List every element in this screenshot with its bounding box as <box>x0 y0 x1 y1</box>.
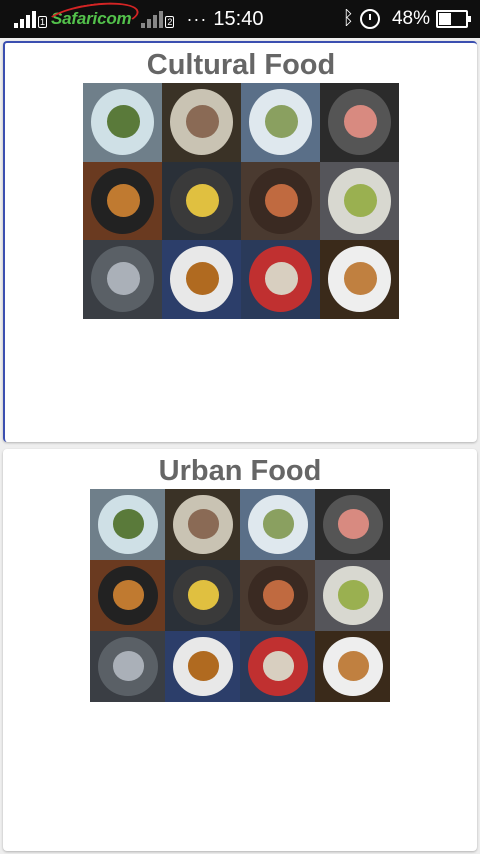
food-photo <box>83 83 162 162</box>
sim2-badge: 2 <box>165 16 175 28</box>
category-card-cultural[interactable]: Cultural Food <box>3 41 477 442</box>
food-shape <box>106 105 140 138</box>
food-photo <box>83 161 162 241</box>
food-shape <box>343 183 377 217</box>
food-photo <box>315 631 390 702</box>
food-photo <box>165 560 240 631</box>
food-shape <box>264 183 298 217</box>
food-image-grid <box>83 83 399 319</box>
food-photo <box>320 240 399 319</box>
food-photo <box>83 240 162 319</box>
food-shape <box>262 508 294 539</box>
food-shape <box>337 650 369 681</box>
signal-strength-icon <box>14 10 38 28</box>
battery-icon <box>436 10 471 28</box>
food-photo <box>165 631 240 702</box>
food-shape <box>112 508 144 539</box>
food-shape <box>343 262 377 296</box>
food-shape <box>185 105 219 138</box>
card-title: Cultural Food <box>146 49 336 81</box>
food-photo <box>165 489 240 560</box>
food-photo <box>315 560 390 631</box>
food-shape <box>106 183 140 217</box>
status-bar: 1 Safaricom 2 ··· 15:40 ᛒ 48% <box>0 0 480 38</box>
food-shape <box>106 262 140 296</box>
food-shape <box>337 508 369 539</box>
food-photo <box>90 489 165 560</box>
food-shape <box>185 183 219 217</box>
clock: 15:40 <box>213 7 264 30</box>
food-photo <box>240 631 315 702</box>
category-card-urban[interactable]: Urban Food <box>3 449 477 851</box>
food-photo <box>162 240 241 319</box>
battery-level-fill <box>439 13 451 25</box>
card-title: Urban Food <box>158 455 322 487</box>
food-shape <box>187 508 219 539</box>
food-photo <box>240 489 315 560</box>
food-photo <box>320 161 399 241</box>
food-shape <box>185 262 219 296</box>
food-photo <box>90 560 165 631</box>
food-shape <box>337 579 369 610</box>
food-shape <box>264 105 298 138</box>
carrier-name: Safaricom <box>51 9 132 28</box>
food-shape <box>262 650 294 681</box>
food-photo <box>162 161 241 241</box>
food-photo <box>241 161 320 241</box>
food-shape <box>112 650 144 681</box>
more-notifications-icon: ··· <box>186 8 208 29</box>
signal-strength-sim2-icon <box>141 10 165 28</box>
food-shape <box>187 650 219 681</box>
alarm-icon <box>359 9 380 29</box>
food-photo <box>320 83 399 162</box>
food-shape <box>112 579 144 610</box>
food-shape <box>187 579 219 610</box>
food-photo <box>241 83 320 162</box>
food-shape <box>264 262 298 296</box>
food-shape <box>343 105 377 138</box>
food-image-grid <box>90 489 390 702</box>
bluetooth-icon: ᛒ <box>342 8 354 29</box>
food-photo <box>162 83 241 162</box>
food-photo <box>315 489 390 560</box>
food-photo <box>240 560 315 631</box>
food-shape <box>262 579 294 610</box>
food-photo <box>90 631 165 702</box>
food-photo <box>241 240 320 319</box>
battery-percent: 48% <box>391 8 430 29</box>
